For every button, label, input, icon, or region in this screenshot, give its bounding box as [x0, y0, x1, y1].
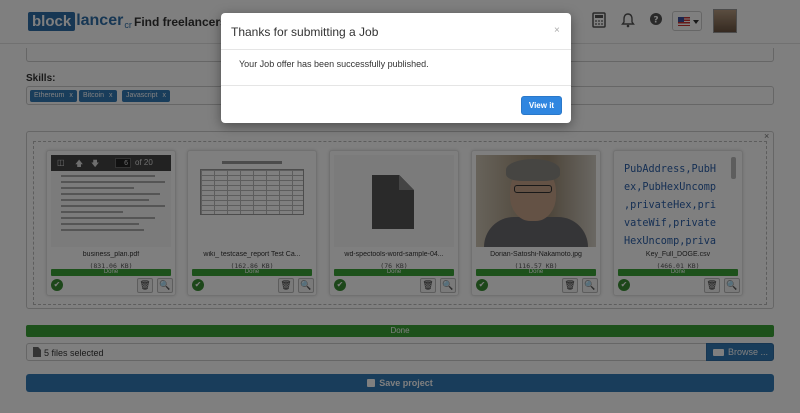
modal-header: Thanks for submitting a Job × — [221, 13, 571, 50]
view-it-button[interactable]: View it — [521, 96, 562, 115]
job-submitted-modal: Thanks for submitting a Job × Your Job o… — [221, 13, 571, 123]
modal-message: Your Job offer has been successfully pub… — [239, 59, 429, 69]
modal-title: Thanks for submitting a Job — [231, 25, 379, 39]
modal-footer — [221, 85, 571, 123]
close-icon[interactable]: × — [554, 25, 560, 36]
